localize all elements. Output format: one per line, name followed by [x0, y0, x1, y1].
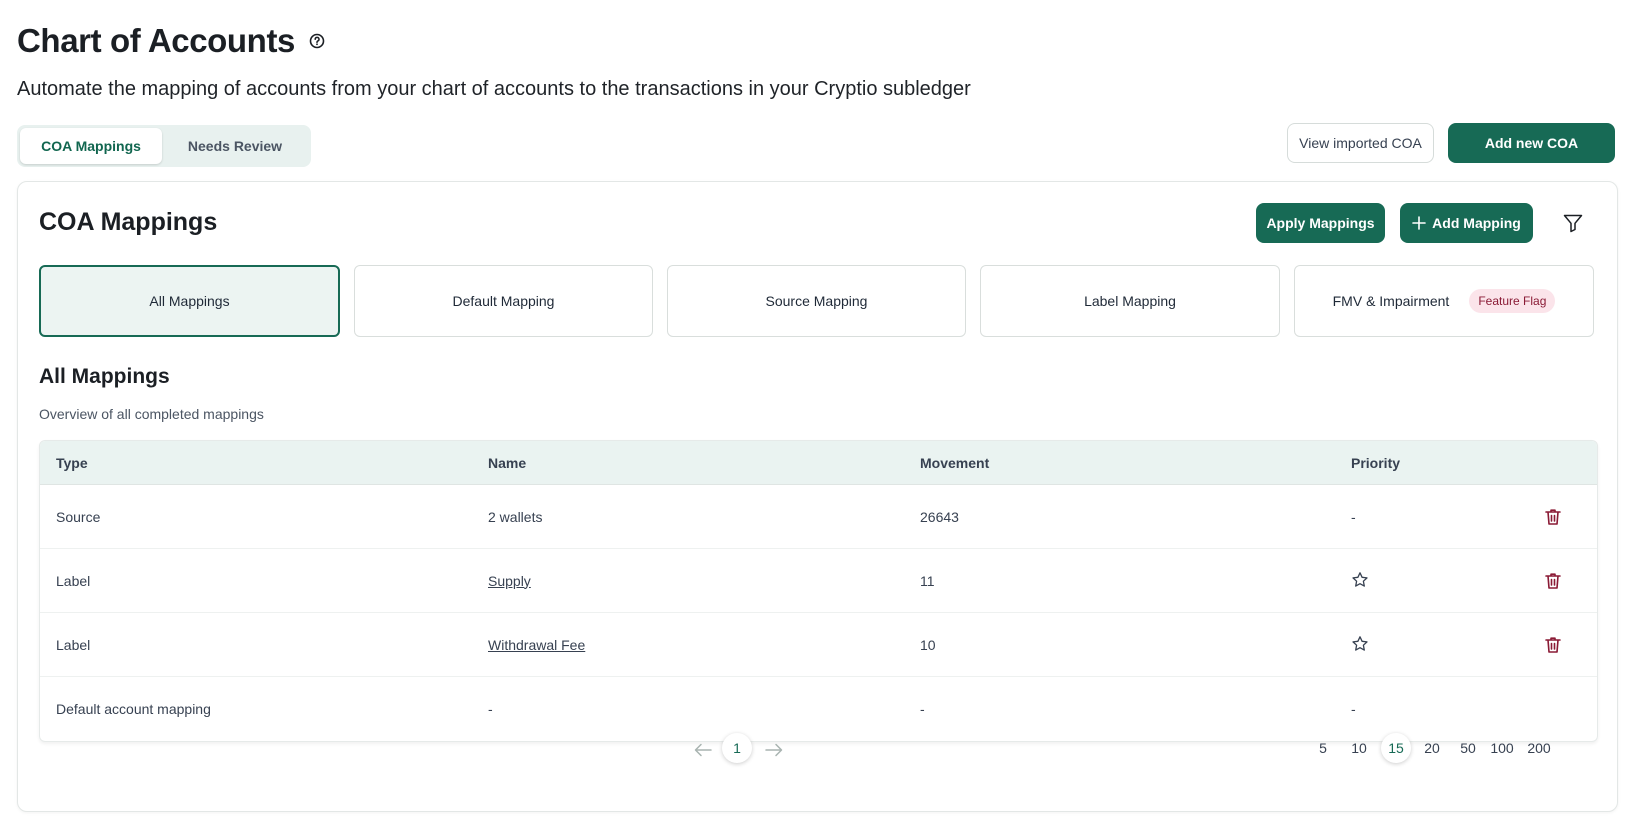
feature-flag-badge: Feature Flag: [1469, 289, 1556, 313]
page-title: Chart of Accounts: [17, 22, 295, 59]
arrow-left-icon[interactable]: [692, 739, 714, 761]
cell-movement: 10: [920, 636, 936, 653]
mapping-tab-all[interactable]: All Mappings: [39, 265, 340, 337]
trash-icon[interactable]: [1543, 507, 1563, 527]
cell-type: Source: [56, 508, 101, 525]
cell-movement: -: [920, 701, 925, 717]
section-title: All Mappings: [39, 365, 170, 388]
column-header-priority[interactable]: Priority: [1351, 455, 1400, 471]
cell-movement: 11: [920, 572, 935, 589]
mapping-tab-default[interactable]: Default Mapping: [354, 265, 653, 337]
table-row: Label Supply 11: [40, 549, 1597, 613]
star-icon[interactable]: [1351, 571, 1371, 591]
cell-name-link[interactable]: Withdrawal Fee: [488, 637, 585, 653]
coa-mappings-card: COA Mappings Apply Mappings Add Mapping …: [17, 181, 1618, 812]
mapping-tab-source[interactable]: Source Mapping: [667, 265, 966, 337]
cell-type: Label: [56, 572, 91, 589]
view-tabs: COA Mappings Needs Review: [17, 125, 311, 167]
page-size-option[interactable]: 50: [1453, 733, 1483, 763]
page-number-current[interactable]: 1: [722, 733, 752, 763]
page-size-option[interactable]: 100: [1487, 733, 1517, 763]
table-header: Type Name Movement Priority: [40, 441, 1597, 485]
column-header-name[interactable]: Name: [488, 455, 526, 471]
mappings-table: Type Name Movement Priority Source 2 wal…: [39, 440, 1598, 742]
cell-priority: -: [1351, 508, 1356, 525]
card-title: COA Mappings: [39, 208, 218, 236]
star-icon[interactable]: [1351, 635, 1371, 655]
apply-mappings-button[interactable]: Apply Mappings: [1256, 203, 1385, 243]
cell-name: 2 wallets: [488, 508, 543, 525]
filter-icon[interactable]: [1561, 211, 1585, 235]
mapping-tab-fmv[interactable]: FMV & Impairment Feature Flag: [1294, 265, 1594, 337]
column-header-movement[interactable]: Movement: [920, 455, 989, 471]
page-size-option[interactable]: 10: [1344, 733, 1374, 763]
page-header: Chart of Accounts: [17, 22, 325, 60]
column-header-type[interactable]: Type: [56, 455, 88, 471]
tab-needs-review[interactable]: Needs Review: [162, 128, 308, 164]
cell-movement: 26643: [920, 508, 959, 525]
cell-type: Default account mapping: [56, 701, 211, 717]
add-mapping-button[interactable]: Add Mapping: [1400, 203, 1533, 243]
plus-icon: [1412, 216, 1426, 230]
trash-icon[interactable]: [1543, 635, 1563, 655]
page-size-option[interactable]: 200: [1524, 733, 1554, 763]
mapping-tab-label[interactable]: Label Mapping: [980, 265, 1280, 337]
cell-priority: -: [1351, 701, 1356, 717]
view-imported-coa-button[interactable]: View imported COA: [1287, 123, 1434, 163]
add-mapping-label: Add Mapping: [1432, 215, 1521, 231]
add-new-coa-button[interactable]: Add new COA: [1448, 123, 1615, 163]
pagination: 1 5 10 15 20 50 100 200: [18, 731, 1617, 771]
cell-name-link[interactable]: Supply: [488, 573, 531, 589]
arrow-right-icon[interactable]: [763, 739, 785, 761]
trash-icon[interactable]: [1543, 571, 1563, 591]
question-circle-icon[interactable]: [309, 33, 325, 49]
page-size-option[interactable]: 5: [1308, 733, 1338, 763]
table-row: Source 2 wallets 26643 -: [40, 485, 1597, 549]
tab-coa-mappings[interactable]: COA Mappings: [20, 128, 162, 164]
section-description: Overview of all completed mappings: [39, 406, 264, 422]
cell-type: Label: [56, 636, 91, 653]
page-size-option[interactable]: 20: [1417, 733, 1447, 763]
page-size-option-selected[interactable]: 15: [1381, 733, 1411, 763]
cell-name: -: [488, 701, 493, 717]
table-row: Label Withdrawal Fee 10: [40, 613, 1597, 677]
page-subtitle: Automate the mapping of accounts from yo…: [17, 78, 971, 100]
mapping-tab-fmv-label: FMV & Impairment: [1332, 293, 1450, 309]
